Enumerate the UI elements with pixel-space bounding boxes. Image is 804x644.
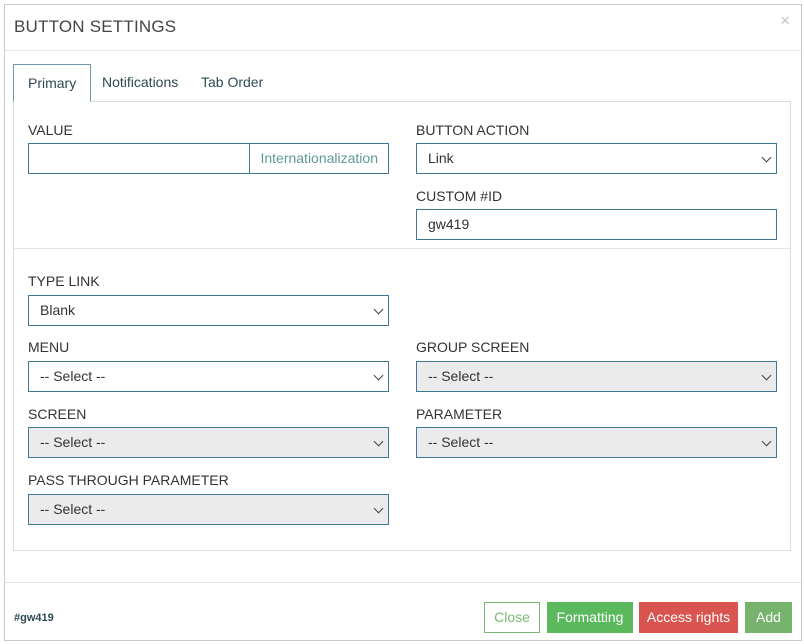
dialog-title: BUTTON SETTINGS [14,17,177,36]
value-input[interactable]: Internationalization [28,143,389,174]
custom-id-label: CUSTOM #ID [416,188,503,204]
button-settings-dialog: BUTTON SETTINGS × Primary Notifications … [4,4,802,641]
section-divider [14,248,790,249]
type-link-label: TYPE LINK [28,273,100,289]
custom-id-input[interactable]: gw419 [416,209,777,240]
tab-primary[interactable]: Primary [13,64,92,102]
button-action-select[interactable]: Link [416,143,777,174]
parameter-label: PARAMETER [416,406,503,422]
pass-through-parameter-select[interactable]: -- Select -- [28,494,389,525]
group-screen-label: GROUP SCREEN [416,339,530,355]
screen-value: -- Select -- [40,434,106,450]
formatting-button[interactable]: Formatting [547,602,633,633]
chevron-down-icon [761,152,772,163]
screen-select[interactable]: -- Select -- [28,427,389,458]
tab-tab-order[interactable]: Tab Order [187,64,277,102]
chevron-down-icon [373,503,384,514]
element-id-text: #gw419 [14,612,54,624]
parameter-select[interactable]: -- Select -- [416,427,777,458]
dialog-header: BUTTON SETTINGS × [5,5,801,51]
primary-tab-panel: VALUE Internationalization BUTTON ACTION… [13,101,791,551]
internationalization-button[interactable]: Internationalization [249,144,388,173]
custom-id-value: gw419 [428,216,470,232]
close-icon[interactable]: × [780,12,790,29]
chevron-down-icon [373,370,384,381]
chevron-down-icon [761,370,772,381]
pass-through-parameter-value: -- Select -- [40,501,106,517]
menu-label: MENU [28,339,70,355]
group-screen-value: -- Select -- [428,368,494,384]
add-button[interactable]: Add [745,602,792,633]
button-action-value: Link [428,150,454,166]
group-screen-select[interactable]: -- Select -- [416,361,777,392]
chevron-down-icon [761,436,772,447]
value-label: VALUE [28,122,73,138]
chevron-down-icon [373,436,384,447]
chevron-down-icon [373,304,384,315]
button-action-label: BUTTON ACTION [416,122,530,138]
tab-notifications[interactable]: Notifications [88,64,192,102]
menu-value: -- Select -- [40,368,106,384]
screen-label: SCREEN [28,406,87,422]
pass-through-parameter-label: PASS THROUGH PARAMETER [28,472,229,488]
close-button[interactable]: Close [484,602,540,633]
menu-select[interactable]: -- Select -- [28,361,389,392]
type-link-select[interactable]: Blank [28,295,389,326]
tab-bar: Primary Notifications Tab Order [13,64,791,102]
access-rights-button[interactable]: Access rights [639,602,738,633]
type-link-value: Blank [40,302,76,318]
dialog-footer: #gw419 Close Formatting Access rights Ad… [5,582,801,641]
parameter-value: -- Select -- [428,434,494,450]
